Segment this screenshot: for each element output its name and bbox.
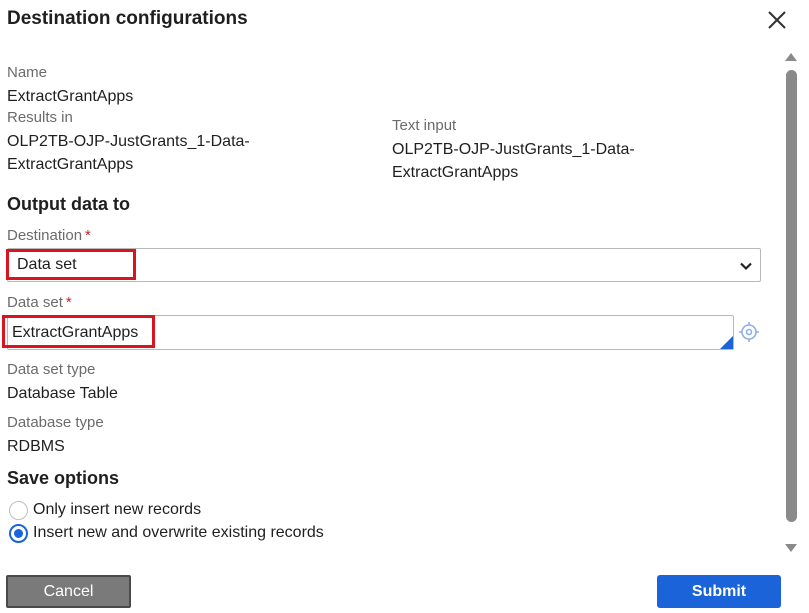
radio-label: Only insert new records bbox=[33, 501, 202, 518]
submit-button[interactable]: Submit bbox=[657, 575, 781, 608]
text-input-value-line2: ExtractGrantApps bbox=[392, 164, 519, 181]
radio-button[interactable] bbox=[9, 500, 28, 520]
scroll-down-arrow-icon[interactable] bbox=[784, 543, 798, 553]
required-marker: * bbox=[85, 227, 91, 244]
results-in-value: OLP2TB-OJP-JustGrants_1-Data- ExtractGra… bbox=[7, 130, 250, 176]
radio-label: Insert new and overwrite existing record… bbox=[33, 524, 324, 541]
required-marker: * bbox=[65, 294, 72, 311]
radio-option-insert-overwrite[interactable]: Insert new and overwrite existing record… bbox=[9, 522, 324, 544]
cancel-button[interactable]: Cancel bbox=[6, 575, 131, 608]
data-set-label: Data set * bbox=[7, 294, 72, 311]
results-in-label: Results in bbox=[7, 109, 73, 126]
data-set-type-value: Database Table bbox=[7, 385, 118, 402]
close-icon bbox=[768, 11, 786, 29]
output-section-title: Output data to bbox=[7, 194, 130, 214]
destination-label: Destination * bbox=[7, 227, 91, 244]
dialog-title: Destination configurations bbox=[7, 8, 248, 29]
close-button[interactable] bbox=[763, 6, 791, 34]
text-input-value: OLP2TB-OJP-JustGrants_1-Data- ExtractGra… bbox=[392, 138, 635, 184]
data-set-label-text: Data set bbox=[7, 294, 63, 311]
data-set-field[interactable] bbox=[7, 315, 734, 350]
scrollbar-thumb[interactable] bbox=[786, 70, 797, 522]
destination-select[interactable]: Data set bbox=[7, 248, 761, 282]
data-set-input[interactable] bbox=[8, 316, 733, 349]
name-value: ExtractGrantApps bbox=[7, 88, 134, 105]
destination-label-text: Destination bbox=[7, 227, 83, 244]
results-in-value-line2: ExtractGrantApps bbox=[7, 156, 134, 173]
chevron-down-icon bbox=[740, 262, 752, 271]
save-options-title: Save options bbox=[7, 468, 120, 488]
text-input-label: Text input bbox=[392, 117, 457, 134]
name-label: Name bbox=[7, 64, 48, 81]
radio-button-checked[interactable] bbox=[9, 523, 28, 543]
data-set-target-button[interactable] bbox=[738, 321, 760, 343]
radio-option-insert-new[interactable]: Only insert new records bbox=[9, 499, 201, 521]
text-input-value-line1: OLP2TB-OJP-JustGrants_1-Data- bbox=[392, 141, 635, 158]
crosshair-target-icon bbox=[739, 322, 759, 342]
database-type-value: RDBMS bbox=[7, 438, 65, 455]
scroll-up-arrow-icon[interactable] bbox=[784, 52, 798, 62]
data-set-type-label: Data set type bbox=[7, 361, 96, 378]
resize-corner-indicator bbox=[720, 336, 733, 349]
destination-select-value: Data set bbox=[17, 256, 77, 273]
results-in-value-line1: OLP2TB-OJP-JustGrants_1-Data- bbox=[7, 133, 250, 150]
database-type-label: Database type bbox=[7, 414, 104, 431]
